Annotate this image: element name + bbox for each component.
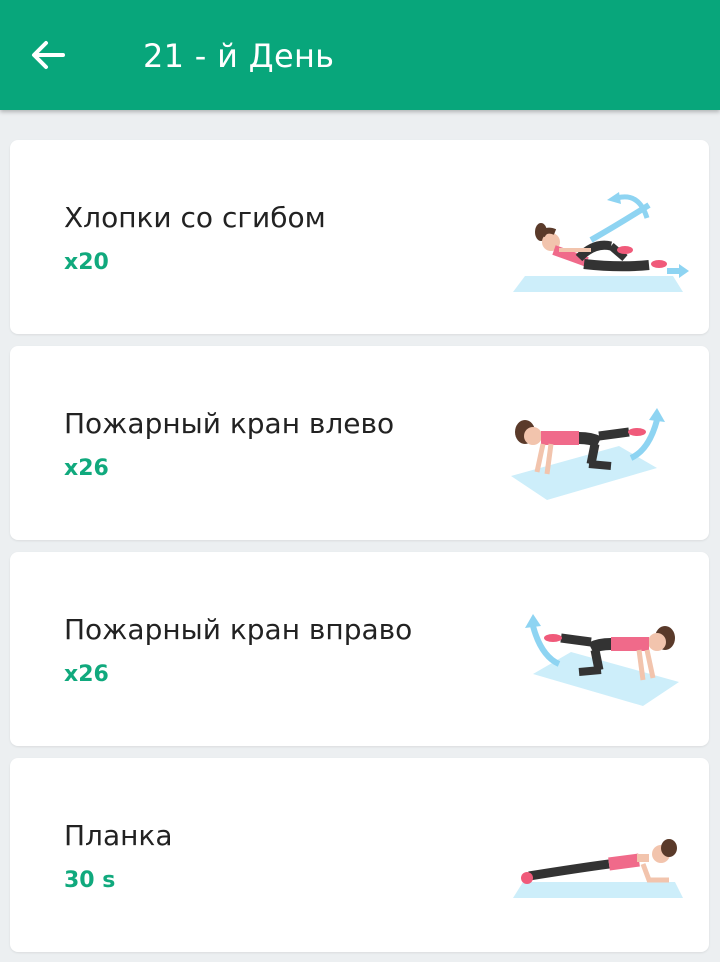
exercise-reps: x26 [64, 662, 109, 687]
page-title: 21 - й День [143, 37, 335, 75]
exercise-reps: 30 s [64, 868, 116, 893]
v-up-clap-illustration [513, 192, 689, 292]
exercise-card[interactable]: Пожарный кран вправо x26 [10, 552, 709, 746]
fire-hydrant-right-illustration [525, 614, 679, 706]
fire-hydrant-left-illustration [511, 408, 665, 500]
back-button[interactable] [26, 35, 70, 75]
exercise-reps: x20 [64, 250, 109, 275]
exercise-card[interactable]: Хлопки со сгибом x20 [10, 140, 709, 334]
exercise-reps: x26 [64, 456, 109, 481]
exercise-card[interactable]: Пожарный кран влево x26 [10, 346, 709, 540]
exercise-name: Пожарный кран вправо [64, 613, 413, 646]
app-bar: 21 - й День [0, 0, 720, 110]
exercise-name: Пожарный кран влево [64, 407, 395, 440]
arrow-left-icon [32, 41, 65, 69]
exercise-name: Планка [64, 819, 173, 852]
exercise-name: Хлопки со сгибом [64, 201, 326, 234]
exercise-card[interactable]: Планка 30 s [10, 758, 709, 952]
plank-illustration [513, 839, 683, 898]
